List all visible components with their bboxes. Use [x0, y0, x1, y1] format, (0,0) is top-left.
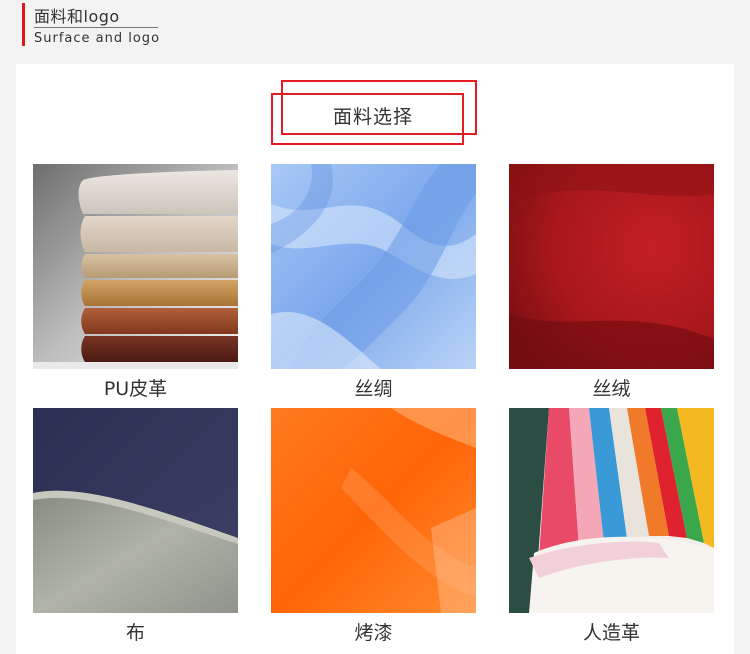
fabric-label-silk: 丝绸	[354, 378, 393, 400]
fabric-label-cloth: 布	[125, 622, 145, 644]
fabric-label-pu-leather: PU皮革	[103, 378, 168, 400]
section-title-frame: 面料选择	[271, 80, 477, 148]
fabric-image-faux-leather	[509, 408, 714, 613]
fabric-label-velvet: 丝绒	[592, 378, 631, 400]
header-divider	[34, 27, 158, 28]
fabric-label-lacquer: 烤漆	[354, 622, 393, 644]
header-accent-bar	[22, 3, 25, 46]
section-title: 面料选择	[332, 106, 413, 128]
fabric-image-velvet	[509, 164, 714, 369]
header-title-en: Surface and logo	[34, 31, 161, 46]
page-header: 面料和logo Surface and logo	[0, 0, 750, 64]
fabric-label-faux-leather: 人造革	[582, 622, 640, 644]
fabric-image-lacquer	[271, 408, 476, 613]
fabric-image-pu-leather	[33, 164, 238, 369]
fabric-image-silk	[271, 164, 476, 369]
fabric-image-cloth	[33, 408, 238, 613]
header-title-cn: 面料和logo	[34, 7, 120, 26]
